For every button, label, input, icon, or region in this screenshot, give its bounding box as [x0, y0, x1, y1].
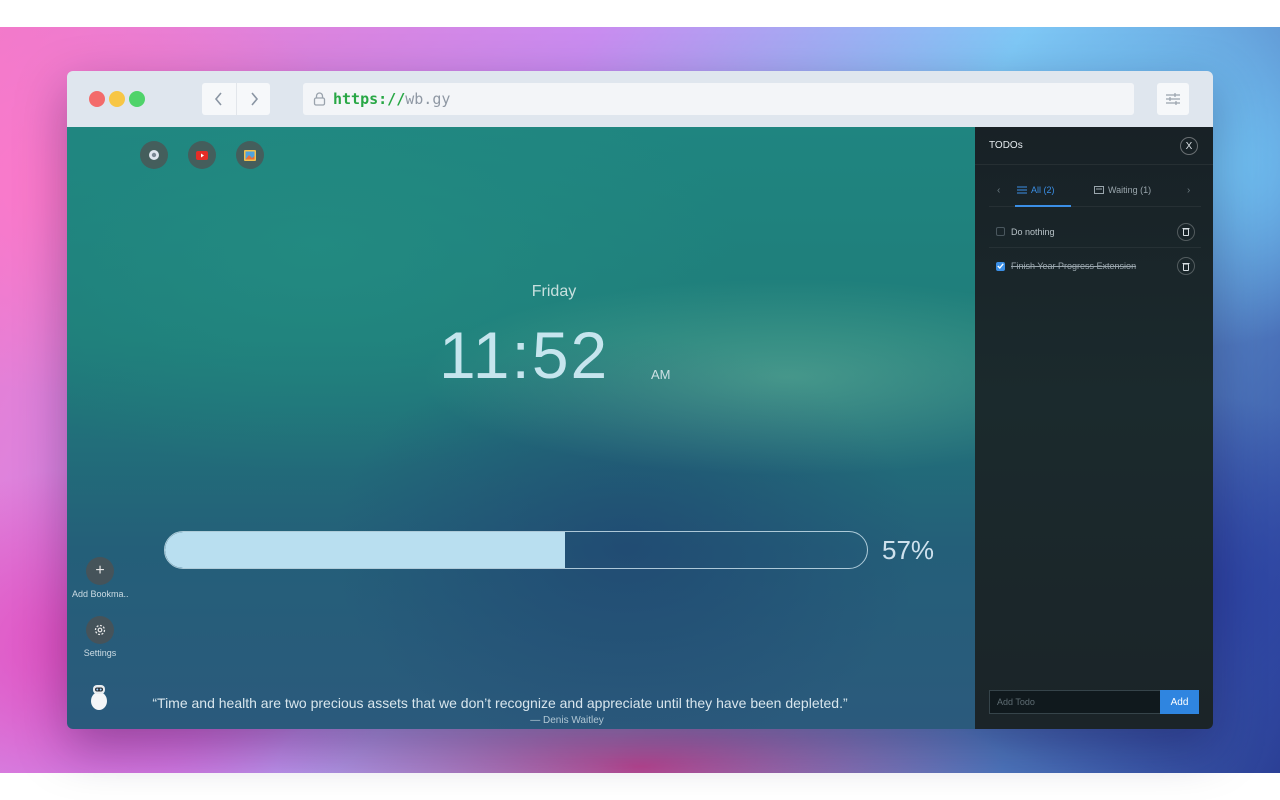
- todo-checkbox[interactable]: [996, 227, 1005, 236]
- shortcut-2[interactable]: [188, 141, 216, 169]
- add-todo-input[interactable]: [989, 690, 1161, 714]
- todo-item: Finish Year Progress Extension: [989, 250, 1201, 282]
- chevron-left-icon: [214, 92, 222, 106]
- browser-window: https:// wb.gy Friday 11:52 AM 57% + Add…: [67, 71, 1213, 729]
- tab-waiting[interactable]: Waiting (1): [1094, 185, 1151, 195]
- forward-button[interactable]: [236, 83, 270, 115]
- delete-todo-button[interactable]: [1177, 222, 1195, 241]
- todo-tabs: ‹ All (2) Waiting (1) ›: [989, 179, 1201, 207]
- maximize-window-button[interactable]: [129, 91, 145, 107]
- main-area: Friday 11:52 AM 57% + Add Bookma.. Setti…: [67, 127, 975, 729]
- quote-author: — Denis Waitley: [530, 715, 604, 726]
- minimize-window-button[interactable]: [109, 91, 125, 107]
- active-tab-indicator: [1015, 205, 1071, 207]
- todo-text: Do nothing: [1011, 226, 1055, 237]
- inbox-icon: [1094, 186, 1104, 194]
- url-host: wb.gy: [405, 90, 451, 108]
- list-icon: [1017, 186, 1027, 194]
- check-icon: [997, 263, 1004, 269]
- year-progress-percent: 57%: [882, 535, 935, 565]
- tab-all[interactable]: All (2): [1017, 185, 1055, 195]
- clock-time: 11:52: [439, 318, 610, 392]
- address-bar[interactable]: https:// wb.gy: [303, 83, 1134, 115]
- add-todo-button[interactable]: Add: [1160, 690, 1199, 714]
- trash-icon: [1182, 228, 1190, 236]
- youtube-icon: [196, 150, 208, 160]
- browser-toolbar: https:// wb.gy: [67, 71, 1213, 127]
- tab-all-label: All (2): [1031, 185, 1055, 195]
- chevron-right-icon: [250, 92, 258, 106]
- shortcut-1[interactable]: [140, 141, 168, 169]
- tab-waiting-label: Waiting (1): [1108, 185, 1152, 195]
- settings-label: Settings: [83, 648, 117, 658]
- todo-panel: TODOs X ‹ All (2) Waiting (1) › Do nothi…: [975, 127, 1213, 729]
- add-bookmark-label: Add Bookma..: [72, 589, 128, 599]
- globe-icon: [149, 150, 159, 160]
- year-progress-bar: [164, 531, 868, 569]
- browser-settings-button[interactable]: [1157, 83, 1189, 115]
- lock-icon: [311, 91, 327, 107]
- image-icon: [244, 149, 256, 161]
- quote-text: “Time and health are two precious assets…: [152, 695, 848, 711]
- tabs-next-icon[interactable]: ›: [1187, 185, 1190, 196]
- todo-checkbox-checked[interactable]: [996, 261, 1005, 271]
- shortcut-3[interactable]: [236, 141, 264, 169]
- todo-item: Do nothing: [989, 216, 1201, 248]
- tabs-prev-icon[interactable]: ‹: [997, 185, 1000, 196]
- clock-ampm: AM: [651, 367, 671, 382]
- navigation-buttons: [202, 83, 270, 115]
- plus-icon: +: [86, 557, 114, 585]
- gear-icon: [86, 616, 114, 644]
- delete-todo-button[interactable]: [1177, 257, 1195, 275]
- todo-header: TODOs X: [975, 127, 1213, 165]
- new-tab-page: Friday 11:52 AM 57% + Add Bookma.. Setti…: [67, 127, 1213, 729]
- trash-icon: [1182, 262, 1190, 271]
- add-bookmark-button[interactable]: + Add Bookma..: [72, 557, 128, 599]
- settings-button[interactable]: Settings: [72, 616, 128, 658]
- back-button[interactable]: [202, 83, 236, 115]
- day-of-week: Friday: [531, 283, 577, 300]
- todo-text: Finish Year Progress Extension: [1011, 261, 1137, 271]
- url-scheme: https://: [333, 90, 406, 108]
- todo-title: TODOs: [989, 140, 1023, 151]
- sliders-icon: [1166, 93, 1180, 105]
- todo-close-button[interactable]: X: [1180, 137, 1198, 155]
- year-progress-fill: [165, 532, 566, 568]
- close-window-button[interactable]: [89, 91, 105, 107]
